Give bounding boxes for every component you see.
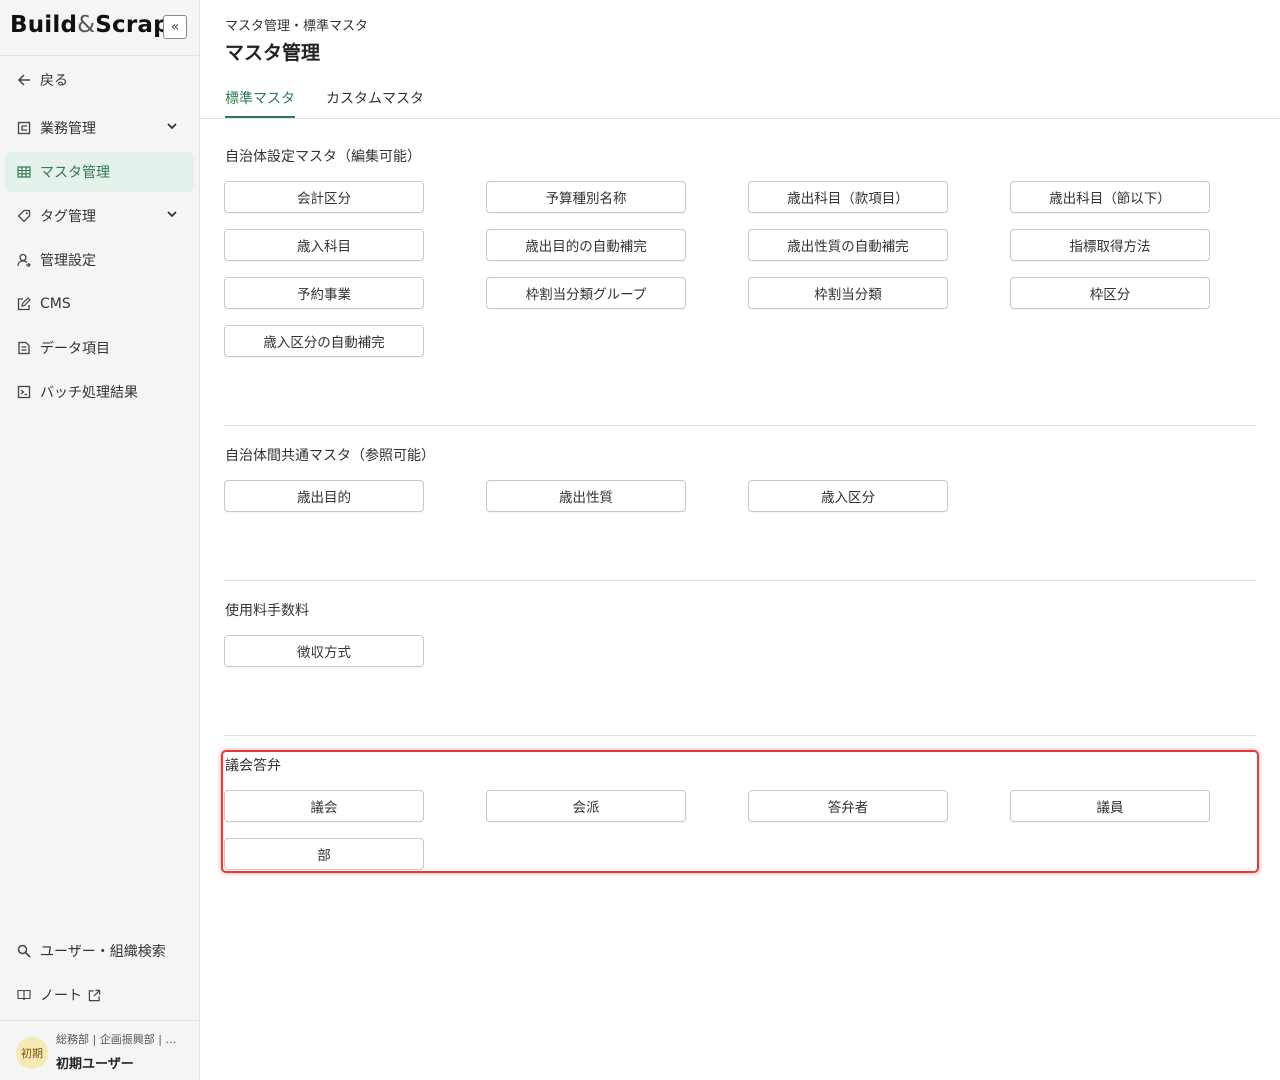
- master-button[interactable]: 歳出科目（節以下）: [1010, 181, 1210, 213]
- sidebar-item-notes[interactable]: ノート: [5, 975, 194, 1015]
- user-name: 初期ユーザー: [56, 1057, 134, 1072]
- master-button[interactable]: 議会: [224, 790, 424, 822]
- master-button[interactable]: 部: [224, 838, 424, 870]
- sidebar-item-data-fields[interactable]: データ項目: [5, 328, 194, 368]
- double-chevron-left-icon: «: [170, 19, 180, 35]
- chevron-down-icon[interactable]: [166, 208, 178, 224]
- section-title-assembly: 議会答弁: [225, 758, 281, 774]
- chevron-down-icon[interactable]: [166, 120, 178, 136]
- edit-icon: [16, 296, 32, 312]
- sidebar-item-user-search[interactable]: ユーザー・組織検索: [5, 931, 194, 971]
- sidebar-item-label: マスタ管理: [40, 165, 110, 181]
- master-button[interactable]: 会派: [486, 790, 686, 822]
- user-settings-icon: [16, 252, 32, 268]
- sidebar-item-batch-results[interactable]: バッチ処理結果: [5, 372, 194, 412]
- sidebar-item-label: 業務管理: [40, 121, 96, 137]
- logo-area: Build&Scrap «: [0, 0, 199, 56]
- app-logo[interactable]: Build&Scrap: [10, 12, 170, 38]
- master-button[interactable]: 歳入区分の自動補完: [224, 325, 424, 357]
- search-icon: [16, 943, 32, 959]
- external-link-icon: [88, 989, 101, 1002]
- sidebar-item-label: 管理設定: [40, 253, 96, 269]
- table-icon: [16, 164, 32, 180]
- sidebar-item-label: タグ管理: [40, 209, 96, 225]
- master-button[interactable]: 指標取得方法: [1010, 229, 1210, 261]
- sidebar: Build&Scrap « 戻る 業務管理 マスタ管理 タグ管理 管理設定 CM…: [0, 0, 200, 1080]
- tab-standard-master[interactable]: 標準マスタ: [225, 88, 295, 118]
- sidebar-item-label: ノート: [40, 988, 82, 1004]
- sidebar-item-business[interactable]: 業務管理: [5, 108, 194, 148]
- back-link[interactable]: 戻る: [5, 60, 194, 100]
- sidebar-item-cms[interactable]: CMS: [5, 284, 194, 324]
- breadcrumb: マスタ管理・標準マスタ: [225, 19, 369, 34]
- terminal-icon: [16, 384, 32, 400]
- master-button[interactable]: 歳出性質: [486, 480, 686, 512]
- tag-icon: [16, 208, 32, 224]
- back-label: 戻る: [40, 73, 68, 89]
- master-button[interactable]: 予約事業: [224, 277, 424, 309]
- master-button[interactable]: 会計区分: [224, 181, 424, 213]
- master-button[interactable]: 歳出目的: [224, 480, 424, 512]
- master-button[interactable]: 歳入科目: [224, 229, 424, 261]
- master-button[interactable]: 枠区分: [1010, 277, 1210, 309]
- master-button[interactable]: 枠割当分類: [748, 277, 948, 309]
- sidebar-item-tags[interactable]: タグ管理: [5, 196, 194, 236]
- user-organization: 総務部 | 企画振興部 | …: [56, 1033, 177, 1046]
- tab-custom-master[interactable]: カスタムマスタ: [326, 88, 424, 118]
- section-title-shared-master: 自治体間共通マスタ（参照可能）: [225, 448, 435, 464]
- section-divider: [224, 735, 1256, 736]
- current-user[interactable]: 初期 総務部 | 企画振興部 | … 初期ユーザー: [0, 1020, 199, 1080]
- sidebar-item-label: CMS: [40, 296, 71, 312]
- sidebar-item-label: バッチ処理結果: [40, 385, 138, 401]
- master-button[interactable]: 歳出科目（款項目）: [748, 181, 948, 213]
- collapse-sidebar-button[interactable]: «: [163, 15, 187, 39]
- master-button[interactable]: 予算種別名称: [486, 181, 686, 213]
- page-title: マスタ管理: [225, 42, 321, 64]
- master-button[interactable]: 枠割当分類グループ: [486, 277, 686, 309]
- master-button[interactable]: 答弁者: [748, 790, 948, 822]
- sidebar-item-label: ユーザー・組織検索: [40, 944, 166, 960]
- sidebar-item-label: データ項目: [40, 341, 110, 357]
- section-title-fees: 使用料手数料: [225, 603, 309, 619]
- section-title-municipal-settings: 自治体設定マスタ（編集可能）: [225, 149, 421, 165]
- section-divider: [224, 425, 1256, 426]
- section-divider: [224, 580, 1256, 581]
- tabs-divider: [200, 118, 1280, 119]
- avatar: 初期: [16, 1037, 48, 1069]
- master-button[interactable]: 歳出目的の自動補完: [486, 229, 686, 261]
- master-button[interactable]: 徴収方式: [224, 635, 424, 667]
- sidebar-item-master[interactable]: マスタ管理: [5, 152, 194, 192]
- sidebar-item-admin-settings[interactable]: 管理設定: [5, 240, 194, 280]
- master-button[interactable]: 歳出性質の自動補完: [748, 229, 948, 261]
- master-button[interactable]: 議員: [1010, 790, 1210, 822]
- document-icon: [16, 340, 32, 356]
- business-icon: [16, 120, 32, 136]
- book-icon: [16, 987, 32, 1003]
- master-button[interactable]: 歳入区分: [748, 480, 948, 512]
- arrow-left-icon: [16, 72, 32, 88]
